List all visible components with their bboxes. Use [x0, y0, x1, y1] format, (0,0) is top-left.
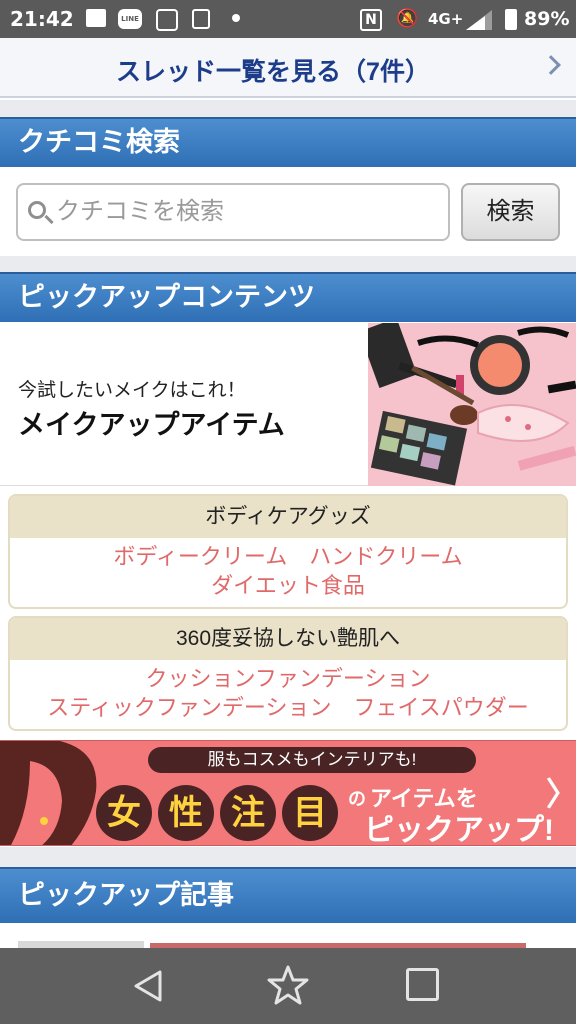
ad-top-text: 服もコスメもインテリアも!: [148, 747, 476, 773]
category-title: ボディケアグッズ: [10, 496, 566, 538]
category-link[interactable]: フェイスパウダー: [353, 695, 528, 720]
makeup-banner[interactable]: 今試したいメイクはこれ！ メイクアップアイテム: [0, 323, 576, 486]
category-link[interactable]: ボディークリーム: [113, 544, 287, 569]
woman-silhouette-icon: [0, 741, 97, 845]
category-link[interactable]: ダイエット食品: [211, 573, 365, 598]
network-label: 4G+: [428, 10, 464, 28]
article-list-item[interactable]: [0, 923, 576, 948]
ad-char: 女: [96, 785, 152, 841]
category-box-bodycare: ボディケアグッズ ボディークリーム ハンドクリーム ダイエット食品: [8, 494, 568, 609]
category-box-foundation: 360度妥協しない艶肌へ クッションファンデーション スティックファンデーション…: [8, 616, 568, 731]
pickup-articles-header: ピックアップ記事: [0, 867, 576, 923]
divider: [0, 847, 576, 867]
ad-char: 性: [158, 785, 214, 841]
ad-banner[interactable]: 服もコスメもインテリアも! 女 性 注 目 の アイテムを ピックアップ! 〉: [0, 740, 576, 846]
divider: [0, 100, 576, 117]
category-link[interactable]: クッションファンデーション: [146, 666, 431, 691]
star-icon[interactable]: [266, 964, 310, 1006]
divider: [0, 256, 576, 272]
review-search-header: クチコミ検索: [0, 117, 576, 167]
line-app-icon: LINE: [118, 9, 142, 29]
ad-pickup-text: ピックアップ!: [364, 814, 554, 846]
thread-list-label: スレッド一覧を見る（7件）: [116, 58, 430, 86]
search-icon: [28, 201, 46, 219]
back-icon[interactable]: [130, 968, 166, 1004]
navigation-bar: [0, 948, 576, 1024]
photo-icon: [86, 9, 106, 27]
card-icon: [192, 9, 210, 29]
status-time: 21:42: [10, 7, 74, 31]
ad-char: 目: [282, 785, 338, 841]
category-title: 360度妥協しない艶肌へ: [10, 618, 566, 660]
article-thumbnail: [18, 941, 144, 948]
battery-icon: [505, 9, 517, 30]
makeup-cosmetics-image: [368, 323, 576, 486]
search-input[interactable]: [56, 197, 436, 227]
makeup-subtitle: 今試したいメイクはこれ！: [18, 380, 246, 401]
status-bar: 21:42 LINE N 🔕 4G+ 89%: [0, 0, 576, 38]
category-link[interactable]: スティックファンデーション: [47, 695, 331, 720]
battery-percent: 89%: [524, 8, 570, 30]
ad-char: 注: [220, 785, 276, 841]
chevron-right-icon: 〉: [546, 775, 576, 813]
mute-bell-icon: 🔕: [396, 8, 419, 29]
nfc-icon: N: [360, 9, 382, 31]
signal-icon: [466, 10, 492, 30]
dot-icon: [232, 14, 240, 22]
category-link[interactable]: ハンドクリーム: [309, 544, 462, 569]
pickup-contents-header: ピックアップコンテンツ: [0, 272, 576, 322]
thread-list-link[interactable]: スレッド一覧を見る（7件）: [0, 38, 576, 98]
square-icon[interactable]: [406, 968, 439, 1001]
search-button[interactable]: 検索: [461, 183, 560, 241]
app-icon: [156, 9, 178, 31]
makeup-title: メイクアップアイテム: [18, 410, 285, 440]
search-field[interactable]: [16, 183, 450, 241]
